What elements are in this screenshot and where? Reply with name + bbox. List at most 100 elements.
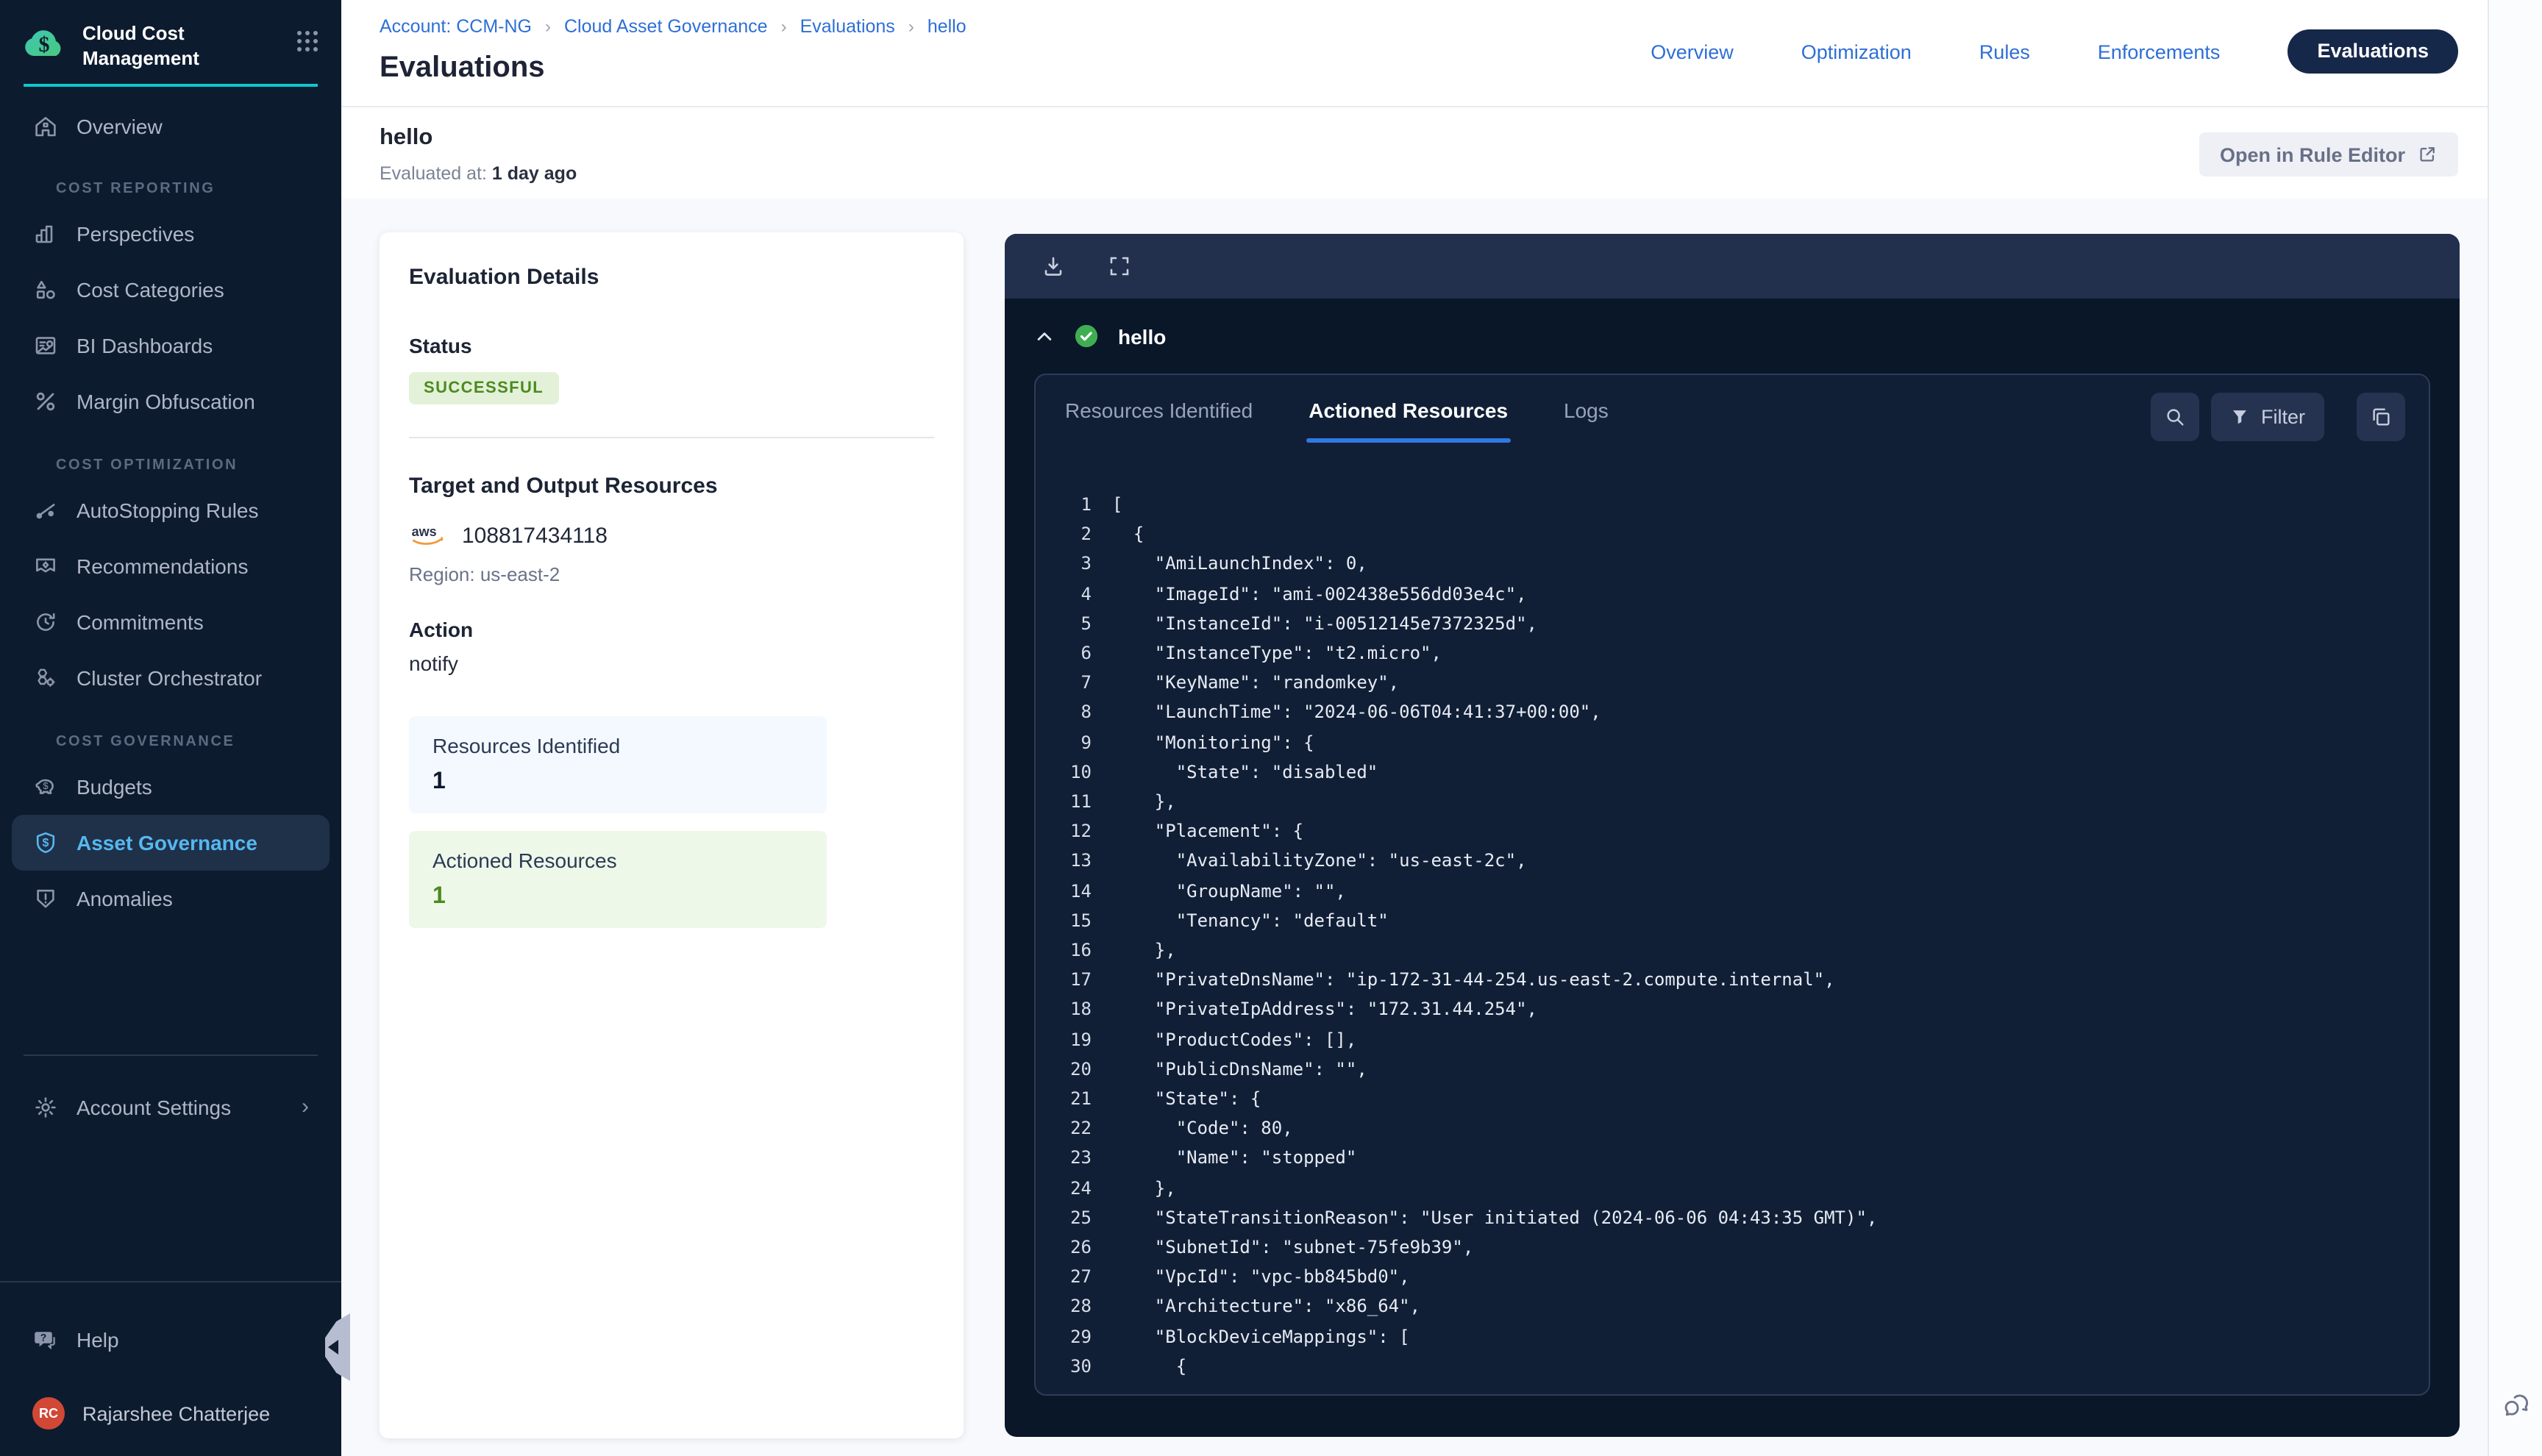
breadcrumb-evaluations[interactable]: Evaluations (800, 16, 895, 37)
shield-alert-icon (32, 885, 59, 912)
sidebar-item-label: Overview (76, 115, 163, 138)
sidebar-item-anomalies[interactable]: Anomalies (12, 871, 330, 927)
code-line: 28 "Architecture": "x86_64", (1036, 1292, 2420, 1321)
collapse-arrow-icon (328, 1340, 338, 1355)
percent-icon (32, 388, 59, 415)
sidebar-item-margin-obfuscation[interactable]: Margin Obfuscation (12, 374, 330, 429)
sidebar-item-label: Budgets (76, 775, 152, 799)
autostopping-icon (32, 497, 59, 524)
chevron-right-icon: › (302, 1095, 309, 1120)
code-line: 19 "ProductCodes": [], (1036, 1024, 2420, 1054)
code-line: 23 "Name": "stopped" (1036, 1143, 2420, 1173)
sidebar-item-label: AutoStopping Rules (76, 499, 259, 522)
aws-logo-icon: aws (409, 522, 449, 549)
sidebar-item-asset-governance[interactable]: $ Asset Governance (12, 815, 330, 871)
tab-overview[interactable]: Overview (1651, 40, 1734, 63)
tab-rules[interactable]: Rules (1979, 40, 2030, 63)
resources-identified-stat: Resources Identified 1 (409, 716, 827, 813)
sidebar-item-perspectives[interactable]: Perspectives (12, 206, 330, 262)
help-button[interactable]: ? Help (12, 1312, 330, 1368)
right-rail (2488, 0, 2542, 1456)
tab-enforcements[interactable]: Enforcements (2098, 40, 2221, 63)
breadcrumb: Account: CCM-NG › Cloud Asset Governance… (380, 16, 966, 37)
shapes-icon (32, 276, 59, 303)
tab-evaluations-active[interactable]: Evaluations (2288, 29, 2458, 74)
sidebar: $ Cloud Cost Management Overview (0, 0, 341, 1456)
sidebar-item-cost-categories[interactable]: Cost Categories (12, 262, 330, 318)
sidebar-item-overview[interactable]: Overview (12, 99, 330, 154)
code-line: 5 "InstanceId": "i-00512145e7372325d", (1036, 609, 2420, 638)
viewer-tabs: Resources Identified Actioned Resources … (1065, 399, 1609, 443)
evaluation-viewer-panel: hello Resources Identified Actioned Reso… (1005, 234, 2460, 1437)
stat-value: 1 (432, 884, 803, 910)
fullscreen-icon[interactable] (1108, 254, 1131, 278)
sidebar-item-label: Recommendations (76, 554, 248, 578)
sidebar-item-bi-dashboards[interactable]: BI Dashboards (12, 318, 330, 374)
copy-icon (2370, 406, 2392, 428)
breadcrumb-account[interactable]: Account: CCM-NG (380, 16, 532, 37)
sidebar-item-label: Commitments (76, 610, 204, 634)
status-label: Status (409, 334, 934, 357)
json-code-viewer[interactable]: 1[2 {3 "AmiLaunchIndex": 0,4 "ImageId": … (1036, 490, 2420, 1380)
evaluated-at-value: 1 day ago (492, 163, 577, 184)
sidebar-item-budgets[interactable]: $ Budgets (12, 759, 330, 815)
breadcrumb-current[interactable]: hello (928, 16, 966, 37)
search-button[interactable] (2151, 393, 2199, 441)
tab-logs[interactable]: Logs (1564, 399, 1609, 443)
cluster-gear-icon (32, 665, 59, 691)
code-line: 7 "KeyName": "randomkey", (1036, 668, 2420, 697)
filter-funnel-icon (2230, 407, 2249, 427)
code-line: 18 "PrivateIpAddress": "172.31.44.254", (1036, 995, 2420, 1024)
evaluated-at-label: Evaluated at: (380, 163, 487, 184)
breadcrumb-separator-icon: › (908, 16, 914, 37)
tab-resources-identified[interactable]: Resources Identified (1065, 399, 1253, 443)
page-header: Account: CCM-NG › Cloud Asset Governance… (341, 0, 2488, 199)
sidebar-item-label: Margin Obfuscation (76, 390, 255, 413)
aws-account-id: 108817434118 (462, 523, 608, 548)
user-menu[interactable]: RC Rajarshee Chatterjee (12, 1385, 330, 1441)
open-in-rule-editor-button[interactable]: Open in Rule Editor (2199, 132, 2458, 176)
sidebar-item-autostopping-rules[interactable]: AutoStopping Rules (12, 482, 330, 538)
filter-button[interactable]: Filter (2211, 393, 2324, 441)
sidebar-item-commitments[interactable]: Commitments (12, 594, 330, 650)
sidebar-item-cluster-orchestrator[interactable]: Cluster Orchestrator (12, 650, 330, 706)
chevron-up-icon[interactable] (1034, 326, 1055, 346)
header-top-row: Account: CCM-NG › Cloud Asset Governance… (341, 0, 2488, 107)
breadcrumb-separator-icon: › (781, 16, 787, 37)
tab-actioned-resources[interactable]: Actioned Resources (1309, 399, 1508, 443)
copy-button[interactable] (2357, 393, 2405, 441)
evaluation-name: hello (380, 125, 432, 151)
success-check-icon (1074, 324, 1099, 349)
sidebar-nav: Overview COST REPORTING Perspectives Cos… (0, 87, 341, 1135)
search-icon (2164, 406, 2186, 428)
sidebar-section-cost-governance: COST GOVERNANCE (56, 734, 321, 750)
code-line: 9 "Monitoring": { (1036, 727, 2420, 757)
sidebar-divider (24, 1054, 318, 1056)
code-line: 26 "SubnetId": "subnet-75fe9b39", (1036, 1232, 2420, 1262)
svg-text:$: $ (43, 780, 49, 791)
home-icon (32, 113, 59, 140)
stat-value: 1 (432, 769, 803, 796)
code-line: 11 }, (1036, 787, 2420, 816)
help-label: Help (76, 1328, 119, 1352)
sidebar-section-cost-optimization: COST OPTIMIZATION (56, 457, 321, 474)
code-line: 29 "BlockDeviceMappings": [ (1036, 1321, 2420, 1351)
download-icon[interactable] (1042, 254, 1065, 278)
code-line: 27 "VpcId": "vpc-bb845bd0", (1036, 1263, 2420, 1292)
app-grid-icon[interactable] (294, 19, 321, 54)
header-sub-row: hello Evaluated at: 1 day ago Open in Ru… (341, 107, 2488, 200)
sidebar-item-recommendations[interactable]: Recommendations (12, 538, 330, 594)
sidebar-item-label: Asset Governance (76, 831, 257, 854)
stat-label: Actioned Resources (432, 849, 803, 872)
code-line: 22 "Code": 80, (1036, 1114, 2420, 1143)
help-chat-icon: ? (32, 1327, 59, 1353)
clock-refresh-icon (32, 609, 59, 635)
action-value: notify (409, 652, 934, 675)
code-line: 30 { (1036, 1352, 2420, 1380)
chat-support-icon[interactable] (2501, 1388, 2533, 1421)
breadcrumb-cloud-asset-governance[interactable]: Cloud Asset Governance (564, 16, 768, 37)
sidebar-item-account-settings[interactable]: Account Settings › (12, 1079, 330, 1135)
tab-optimization[interactable]: Optimization (1801, 40, 1912, 63)
target-resources-title: Target and Output Resources (409, 474, 934, 499)
region-text: Region: us-east-2 (409, 563, 934, 585)
